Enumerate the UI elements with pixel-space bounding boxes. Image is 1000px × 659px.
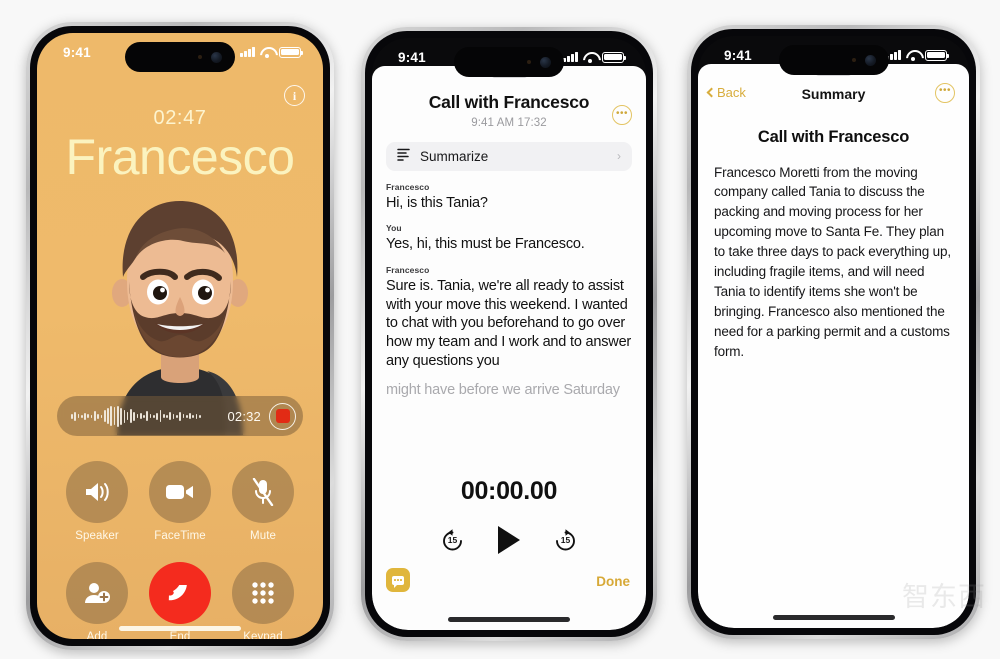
forward-15-icon[interactable]: 15	[553, 528, 578, 553]
transcript-item: might have before we arrive Saturday	[386, 381, 632, 400]
wifi-icon	[906, 50, 920, 61]
mute-button[interactable]: Mute	[227, 461, 299, 542]
messages-icon[interactable]	[386, 568, 410, 592]
keypad-label: Keypad	[243, 631, 283, 639]
front-camera-icon	[540, 56, 551, 68]
add-label: Add	[86, 631, 108, 639]
recording-duration: 02:32	[227, 408, 261, 424]
front-camera-icon	[864, 54, 876, 66]
screenshot-stage: 9:41 i 02:47 Francesco 02:32 Speaker Fac…	[0, 0, 1000, 659]
front-camera-icon	[211, 51, 222, 63]
utterance-text: Yes, hi, this must be Francesco.	[386, 236, 585, 253]
battery-icon	[602, 51, 626, 63]
speaker-button[interactable]: Speaker	[61, 461, 133, 542]
phone-summary: 9:41 Back Summary ••• Call with Francesc…	[687, 25, 980, 639]
call-recording-sheet: Call with Francesco 9:41 AM 17:32 ••• Su…	[372, 66, 646, 630]
mute-label: Mute	[250, 530, 276, 542]
dynamic-island	[454, 47, 564, 77]
recording-bar[interactable]: 02:32	[57, 396, 303, 436]
status-indicators	[563, 51, 626, 63]
microphone-muted-icon	[232, 461, 294, 523]
phone-screen: 9:41 Back Summary ••• Call with Francesc…	[698, 36, 969, 628]
wifi-icon	[260, 47, 274, 58]
audio-waveform-icon	[71, 405, 219, 427]
end-label: End	[169, 631, 191, 639]
status-indicators	[240, 46, 303, 58]
chat-bubble-icon	[392, 575, 404, 588]
summary-nav-bar: Back Summary •••	[698, 76, 969, 114]
signal-bars-icon	[240, 47, 255, 57]
battery-icon	[925, 49, 949, 61]
add-person-icon	[66, 562, 128, 624]
transcript-item: Francesco Sure is. Tania, we're all read…	[386, 265, 632, 371]
summary-heading: Call with Francesco	[757, 127, 910, 146]
facetime-label: FaceTime	[154, 530, 206, 542]
playback-controls: 15 15	[372, 526, 646, 554]
facetime-button[interactable]: FaceTime	[144, 461, 216, 542]
speaker-label: Francesco	[386, 264, 430, 275]
home-indicator[interactable]	[119, 626, 241, 631]
summarize-lines-icon	[397, 147, 411, 166]
call-controls: Speaker FaceTime Mute Add End Keypad	[37, 461, 323, 639]
info-icon[interactable]: i	[284, 85, 305, 106]
dynamic-island	[125, 42, 235, 72]
status-time: 9:41	[724, 47, 752, 63]
nav-title: Summary	[801, 85, 866, 102]
record-stop-icon[interactable]	[269, 402, 296, 430]
phone-bezel: 9:41 i 02:47 Francesco 02:32 Speaker Fac…	[30, 26, 330, 646]
video-camera-icon	[149, 461, 211, 523]
sheet-subtitle: 9:41 AM 17:32	[471, 116, 547, 129]
more-options-icon[interactable]: •••	[612, 105, 632, 125]
transcript-list: Francesco Hi, is this Tania? You Yes, hi…	[372, 171, 646, 401]
play-icon[interactable]	[498, 526, 520, 554]
battery-icon	[279, 46, 303, 58]
chevron-right-icon: ›	[617, 149, 621, 163]
transcript-item: You Yes, hi, this must be Francesco.	[386, 223, 632, 254]
summarize-button[interactable]: Summarize ›	[386, 141, 632, 171]
transcript-screen: 9:41 Call with Francesco 9:41 AM 17:32 •…	[372, 38, 646, 630]
sensor-dot-icon	[527, 60, 531, 64]
more-options-icon[interactable]: •••	[935, 82, 955, 103]
phone-screen: 9:41 i 02:47 Francesco 02:32 Speaker Fac…	[37, 33, 323, 639]
playback-time: 00:00.00	[460, 477, 558, 505]
speaker-label: Speaker	[75, 530, 119, 542]
phone-incall: 9:41 i 02:47 Francesco 02:32 Speaker Fac…	[26, 22, 334, 650]
status-indicators	[886, 49, 949, 61]
caller-name: Francesco	[65, 129, 295, 185]
speaker-label: Francesco	[386, 181, 430, 192]
sheet-title: Call with Francesco	[428, 91, 590, 112]
done-button[interactable]: Done	[596, 574, 630, 589]
summary-body: Francesco Moretti from the moving compan…	[714, 164, 951, 360]
wifi-icon	[583, 52, 597, 63]
dynamic-island	[778, 45, 889, 75]
phone-screen: 9:41 Call with Francesco 9:41 AM 17:32 •…	[372, 38, 646, 630]
call-duration: 02:47	[153, 107, 207, 129]
summary-sheet: Back Summary ••• Call with Francesco Fra…	[698, 64, 969, 628]
signal-bars-icon	[563, 52, 578, 62]
phone-transcript: 9:41 Call with Francesco 9:41 AM 17:32 •…	[361, 27, 657, 641]
transcript-item: Francesco Hi, is this Tania?	[386, 182, 632, 213]
call-controls-row-1: Speaker FaceTime Mute	[61, 461, 299, 542]
home-indicator[interactable]	[448, 617, 570, 622]
utterance-text-faded: might have before we arrive Saturday	[386, 382, 620, 399]
utterance-text: Sure is. Tania, we're all ready to assis…	[386, 277, 632, 369]
summary-screen: 9:41 Back Summary ••• Call with Francesc…	[698, 36, 969, 628]
speaker-icon	[66, 461, 128, 523]
keypad-icon	[232, 562, 294, 624]
utterance-text: Hi, is this Tania?	[386, 194, 488, 211]
incall-screen: 9:41 i 02:47 Francesco 02:32 Speaker Fac…	[37, 33, 323, 639]
summarize-label: Summarize	[420, 148, 489, 164]
speaker-label: You	[386, 223, 402, 234]
phone-bezel: 9:41 Back Summary ••• Call with Francesc…	[691, 29, 976, 635]
end-call-icon	[149, 562, 211, 624]
phone-bezel: 9:41 Call with Francesco 9:41 AM 17:32 •…	[365, 31, 653, 637]
sensor-dot-icon	[198, 55, 202, 59]
sensor-dot-icon	[851, 58, 856, 62]
status-time: 9:41	[398, 49, 426, 65]
status-time: 9:41	[63, 44, 91, 60]
rewind-amount: 15	[447, 535, 458, 545]
rewind-15-icon[interactable]: 15	[440, 528, 465, 553]
home-indicator[interactable]	[772, 615, 895, 620]
forward-amount: 15	[560, 535, 571, 545]
